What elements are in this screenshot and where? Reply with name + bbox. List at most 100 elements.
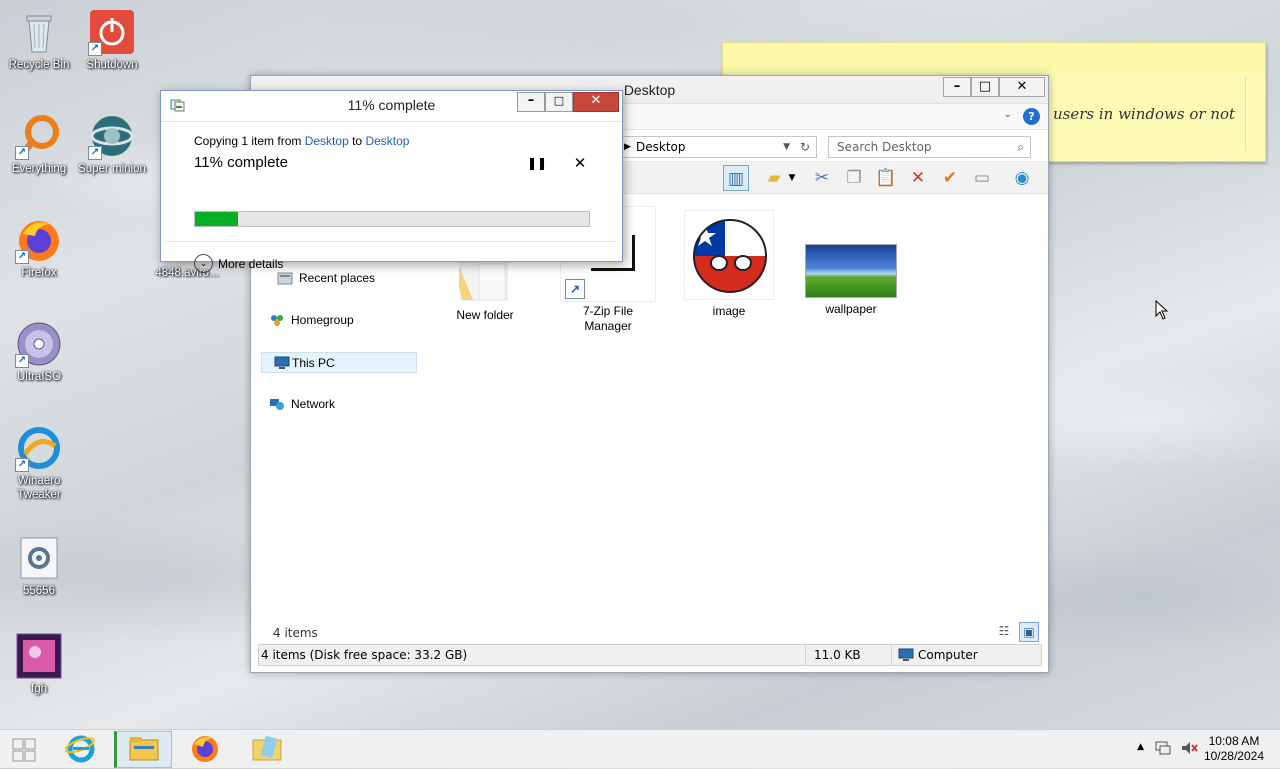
file-name: wallpaper xyxy=(825,302,877,316)
internet-explorer-icon xyxy=(64,735,95,763)
image-file-icon xyxy=(15,632,63,680)
copy-progress-dialog[interactable]: 11% complete – □ ✕ Copying 1 item from D… xyxy=(160,90,623,273)
taskbar-internet-explorer[interactable] xyxy=(52,731,110,768)
cancel-button[interactable]: ✕ xyxy=(573,154,587,172)
sticky-note-header[interactable] xyxy=(723,43,1265,71)
windows-logo-icon xyxy=(12,738,36,762)
destination-link[interactable]: Desktop xyxy=(365,134,409,148)
file-item-image[interactable]: image xyxy=(674,210,784,319)
desktop-icon-shutdown[interactable]: ↗ Shutdown xyxy=(73,8,151,72)
desktop-icon-label: UltraISO xyxy=(16,371,62,383)
to-word: to xyxy=(352,134,363,148)
paste-icon[interactable]: 📋 xyxy=(873,165,899,191)
search-input[interactable]: Search Desktop ⌕ xyxy=(828,136,1031,158)
folder-icon xyxy=(445,256,525,304)
preview-pane-icon[interactable]: ▥ xyxy=(723,165,749,191)
ribbon-expand-icon[interactable]: ⌄ xyxy=(1004,109,1012,120)
file-item-new-folder[interactable]: New folder xyxy=(430,256,540,323)
desktop-icon-super-minion[interactable]: ↗ Super minion xyxy=(73,112,151,176)
mouse-cursor-icon xyxy=(1155,299,1169,323)
nav-item-this-pc[interactable]: This PC xyxy=(261,352,417,373)
help-icon[interactable]: ? xyxy=(1023,108,1040,125)
source-link[interactable]: Desktop xyxy=(305,134,349,148)
desktop-icon-recycle-bin[interactable]: Recycle Bin xyxy=(0,8,78,72)
folder-options-icon[interactable]: ▰ xyxy=(761,165,787,191)
firefox-icon: ↗ xyxy=(15,216,63,264)
start-button[interactable] xyxy=(0,731,48,768)
rename-check-icon[interactable]: ✔ xyxy=(937,165,963,191)
maximize-button[interactable]: □ xyxy=(971,77,999,97)
status-bar: 4 items (Disk free space: 33.2 GB) 11.0 … xyxy=(258,644,1042,666)
progress-bar-fill xyxy=(195,212,239,226)
details-view-icon[interactable]: ☷ xyxy=(995,624,1013,642)
desktop-icon-label: Everything xyxy=(11,163,67,175)
computer-icon xyxy=(274,356,290,370)
navigation-pane: Recent places Homegroup This PC Network xyxy=(259,252,419,632)
properties-icon[interactable]: ▭ xyxy=(969,165,995,191)
cut-icon[interactable]: ✂ xyxy=(809,165,835,191)
sticky-note-scrollbar[interactable] xyxy=(1245,77,1261,151)
breadcrumb-arrow-icon: ▶ xyxy=(624,142,631,152)
progress-bar xyxy=(194,211,590,227)
refresh-icon[interactable]: ↻ xyxy=(800,137,810,157)
taskbar-firefox[interactable] xyxy=(176,731,234,768)
chevron-down-icon: ⌄ xyxy=(194,254,213,273)
desktop-icon-winaero-tweaker[interactable]: ↗ Winaero Tweaker xyxy=(0,424,78,502)
desktop-icon-label: Winaero Tweaker xyxy=(17,475,61,501)
volume-muted-icon[interactable] xyxy=(1180,740,1198,759)
network-globe-icon[interactable]: ◉ xyxy=(1009,165,1035,191)
desktop-icon-55656[interactable]: 55656 xyxy=(0,534,78,598)
desktop-icon-label: fgh xyxy=(31,683,47,695)
close-button[interactable]: ✕ xyxy=(573,92,619,112)
globe-icon: ↗ xyxy=(88,112,136,160)
file-explorer-icon xyxy=(129,737,159,761)
minimize-button[interactable]: – xyxy=(943,77,971,97)
settings-file-icon xyxy=(15,534,63,582)
desktop-icon-label: Shutdown xyxy=(86,59,138,71)
taskbar: ▲ 10:08 AM 10/28/2024 xyxy=(0,729,1280,768)
dropdown-arrow-icon[interactable]: ▼ xyxy=(785,165,799,191)
nav-item-homegroup[interactable]: Homegroup xyxy=(259,310,415,331)
taskbar-file-explorer[interactable] xyxy=(114,731,172,768)
copy-dialog-body: Copying 1 item from Desktop to Desktop 1… xyxy=(161,121,622,273)
taskbar-clock[interactable]: 10:08 AM 10/28/2024 xyxy=(1204,734,1264,764)
address-dropdown-icon[interactable]: ▼ xyxy=(783,137,790,157)
shortcut-arrow-icon: ↗ xyxy=(15,354,29,368)
dialog-divider xyxy=(165,241,618,242)
more-details-label: More details xyxy=(218,257,284,271)
desktop-icon-ultraiso[interactable]: ↗ UltraISO xyxy=(0,320,78,384)
shortcut-arrow-icon: ↗ xyxy=(15,250,29,264)
file-item-wallpaper[interactable]: wallpaper xyxy=(796,244,906,317)
pause-button[interactable]: ❚❚ xyxy=(527,156,547,170)
image-thumbnail xyxy=(684,210,774,300)
desktop-icon-firefox[interactable]: ↗ Firefox xyxy=(0,216,78,280)
file-name: 7-Zip File Manager xyxy=(582,304,633,333)
show-hidden-icons-button[interactable]: ▲ xyxy=(1137,742,1144,752)
desktop-icon-fgh[interactable]: fgh xyxy=(0,632,78,696)
taskbar-folder[interactable] xyxy=(238,731,296,768)
minimize-button[interactable]: – xyxy=(517,92,545,112)
close-button[interactable]: ✕ xyxy=(999,77,1045,97)
nav-item-network[interactable]: Network xyxy=(259,394,415,415)
magnifier-icon: ↗ xyxy=(15,112,63,160)
delete-icon[interactable]: ✕ xyxy=(905,165,931,191)
desktop-icon-everything[interactable]: ↗ Everything xyxy=(0,112,78,176)
address-segment[interactable]: Desktop xyxy=(632,140,686,154)
more-details-button[interactable]: ⌄ More details xyxy=(194,253,283,275)
copy-dialog-title-bar[interactable]: 11% complete – □ ✕ xyxy=(161,91,622,121)
nav-label: This PC xyxy=(292,356,335,370)
maximize-button[interactable]: □ xyxy=(545,92,573,112)
sticky-note-text[interactable]: users in windows or not xyxy=(1053,105,1235,123)
shortcut-arrow-icon: ↗ xyxy=(15,146,29,160)
search-placeholder: Search Desktop xyxy=(837,140,932,154)
network-status-icon[interactable] xyxy=(1154,740,1172,759)
search-icon[interactable]: ⌕ xyxy=(1017,137,1024,157)
nav-label: Homegroup xyxy=(291,313,354,327)
status-size: 11.0 KB xyxy=(805,645,891,665)
large-icons-view-icon[interactable]: ▣ xyxy=(1019,622,1039,642)
copy-icon[interactable]: ❐ xyxy=(841,165,867,191)
power-icon: ↗ xyxy=(88,8,136,56)
recycle-bin-icon xyxy=(15,8,63,56)
disc-icon: ↗ xyxy=(15,320,63,368)
address-bar[interactable]: ▶ Desktop ▼ ↻ xyxy=(621,136,817,158)
